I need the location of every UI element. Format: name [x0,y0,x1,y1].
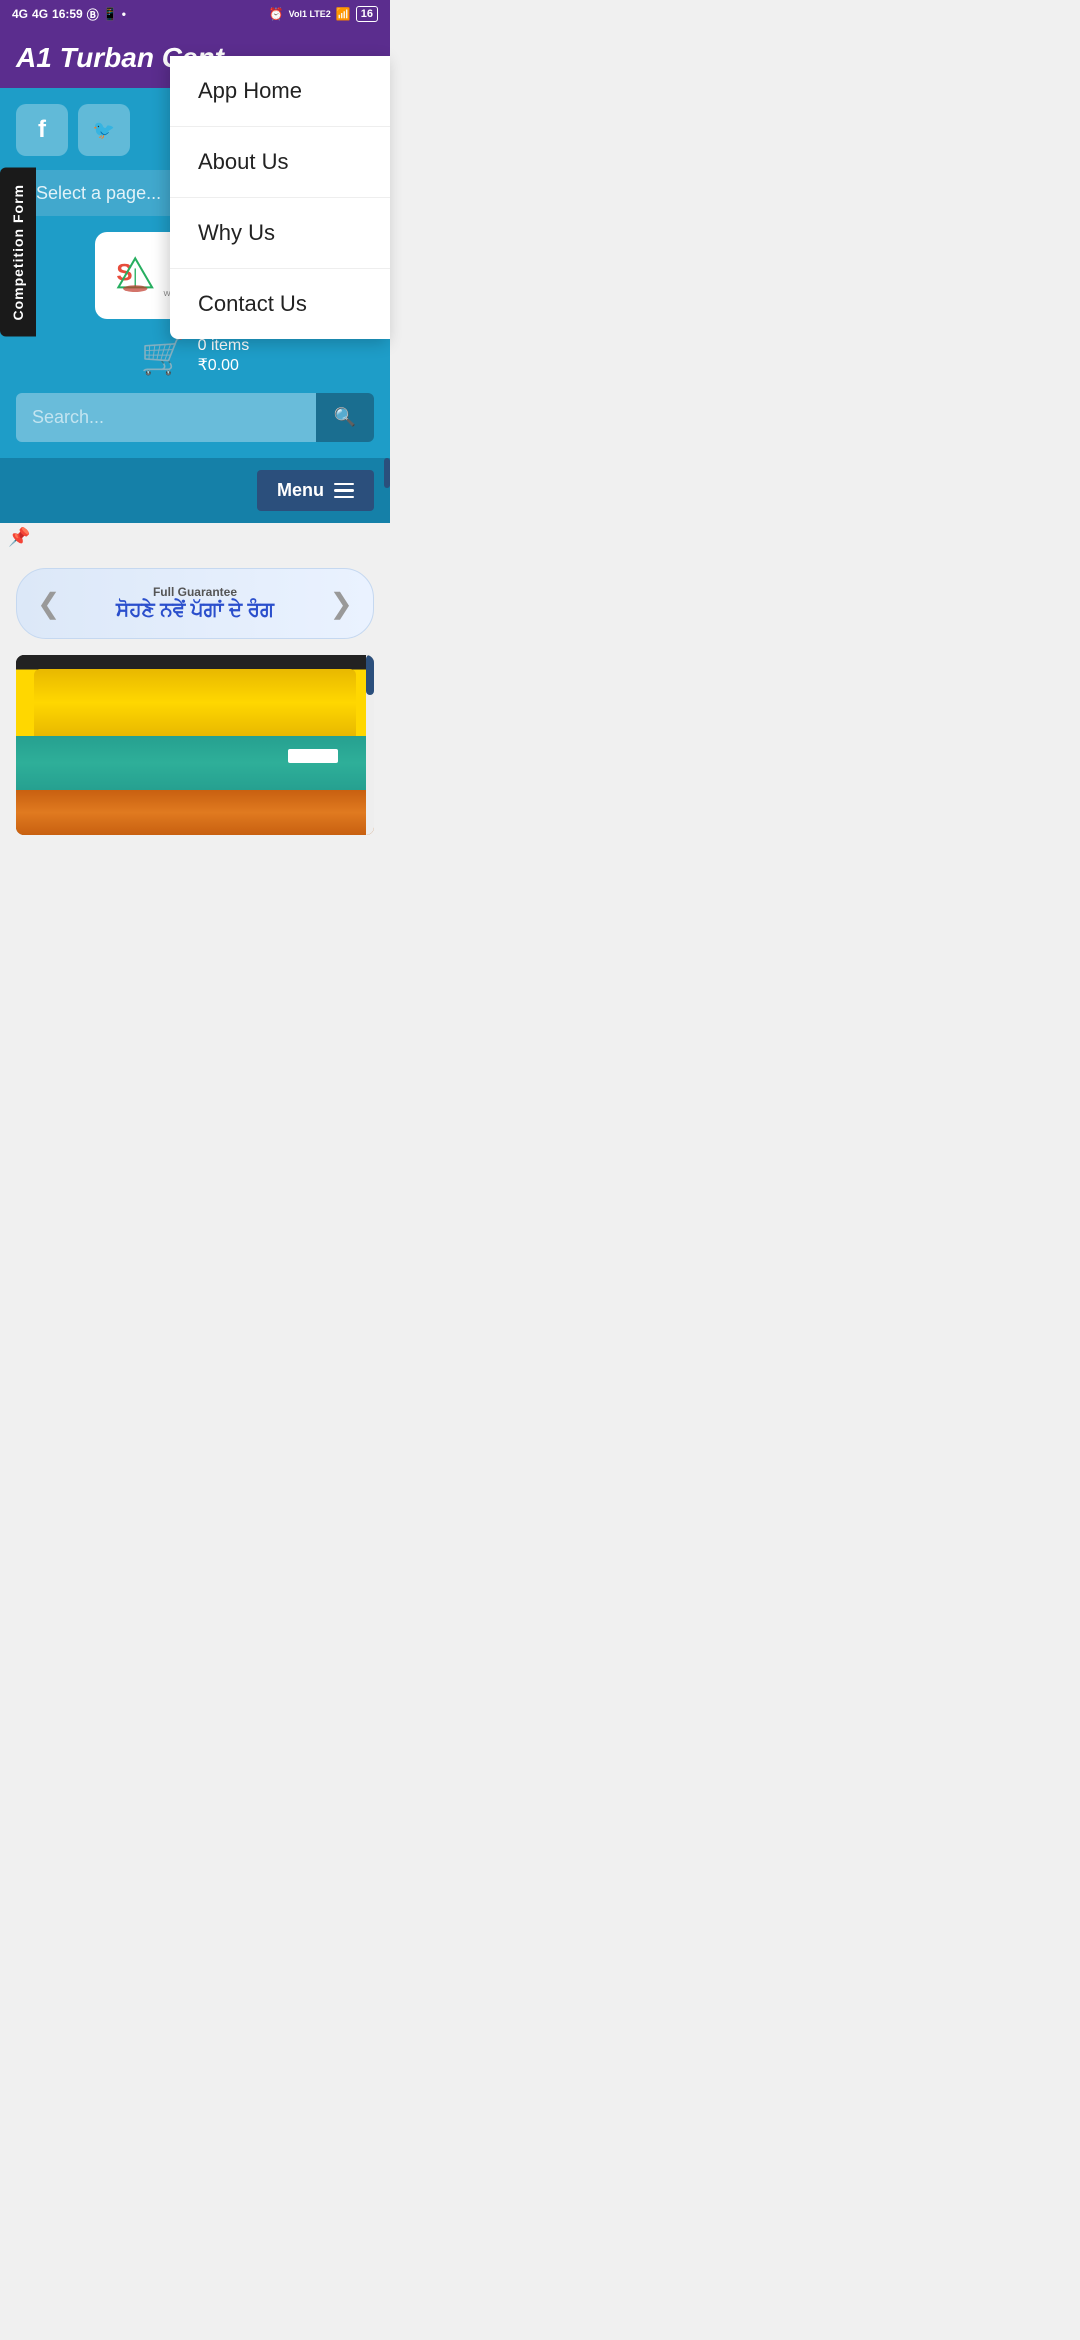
svg-text:S: S [116,260,132,287]
cart-row: 🛒 0 items ₹0.00 [16,335,374,377]
guarantee-label: Full Guarantee [116,585,274,599]
twitter-icon: 🐦 [93,120,115,141]
product-image-area [16,655,374,835]
logo-svg: S [115,246,155,301]
yellow-fabric [34,669,356,736]
competition-form-tab[interactable]: Competition Form [0,168,36,337]
scrollbar-thumb[interactable] [366,655,374,695]
pin-icon: 📌 [8,527,30,547]
content-area: ❮ Full Guarantee ਸੋਹਣੇ ਨਵੇਂ ਪੱਗਾਂ ਦੇ ਰੰਗ… [0,552,390,851]
guarantee-banner: ❮ Full Guarantee ਸੋਹਣੇ ਨਵੇਂ ਪੱਗਾਂ ਦੇ ਰੰਗ… [16,568,374,639]
facebook-button[interactable]: f [16,104,68,156]
dropdown-menu: App Home About Us Why Us Contact Us [170,56,390,339]
menu-bar: Menu [0,458,390,523]
whatsapp-icon: 📱 [103,7,118,21]
b-icon: Ⓑ [87,6,99,23]
hamburger-line-3 [334,496,354,499]
hamburger-line-2 [334,489,354,492]
fabric-image [16,655,374,835]
status-bar: 4G 4G 16:59 Ⓑ 📱 • ⏰ Vol1 LTE2 📶 16 [0,0,390,28]
menu-item-contact-us[interactable]: Contact Us [170,269,390,339]
banner-center: Full Guarantee ਸੋਹਣੇ ਨਵੇਂ ਪੱਗਾਂ ਦੇ ਰੰਗ [116,585,274,622]
banner-prev-button[interactable]: ❮ [37,587,60,620]
wifi-icon: 📶 [336,7,351,21]
fabric-gradient [16,655,374,835]
fabric-label [288,749,338,763]
teal-fabric [16,736,374,790]
scroll-indicator [384,458,390,488]
menu-label: Menu [277,480,324,501]
cart-icon[interactable]: 🛒 [141,335,186,377]
search-icon: 🔍 [334,407,356,427]
hamburger-icon [334,483,354,499]
facebook-icon: f [38,116,46,144]
lte-icon: Vol1 LTE2 [289,9,331,19]
hamburger-line-1 [334,483,354,486]
menu-item-why-us[interactable]: Why Us [170,198,390,269]
cart-info-block: 0 items ₹0.00 [198,337,250,375]
menu-button[interactable]: Menu [257,470,374,511]
status-right: ⏰ Vol1 LTE2 📶 16 [269,6,378,22]
menu-item-app-home[interactable]: App Home [170,56,390,127]
right-scrollbar [366,655,374,835]
pin-area: 📌 [0,523,390,552]
status-left: 4G 4G 16:59 Ⓑ 📱 • [12,6,126,23]
search-input[interactable] [16,393,316,442]
menu-item-about-us[interactable]: About Us [170,127,390,198]
twitter-button[interactable]: 🐦 [78,104,130,156]
cart-price: ₹0.00 [198,355,250,375]
network-2-label: 4G [32,7,48,21]
cart-items-count: 0 items [198,337,250,355]
dot-icon: • [122,7,126,21]
network-1-label: 4G [12,7,28,21]
alarm-icon: ⏰ [269,7,284,21]
punjabi-banner-text: ਸੋਹਣੇ ਨਵੇਂ ਪੱਗਾਂ ਦੇ ਰੰਗ [116,599,274,622]
orange-fabric [16,790,374,835]
search-row: 🔍 [16,393,374,442]
banner-next-button[interactable]: ❯ [330,587,353,620]
battery-label: 16 [356,6,378,22]
search-button[interactable]: 🔍 [316,393,374,442]
time-label: 16:59 [52,7,83,21]
